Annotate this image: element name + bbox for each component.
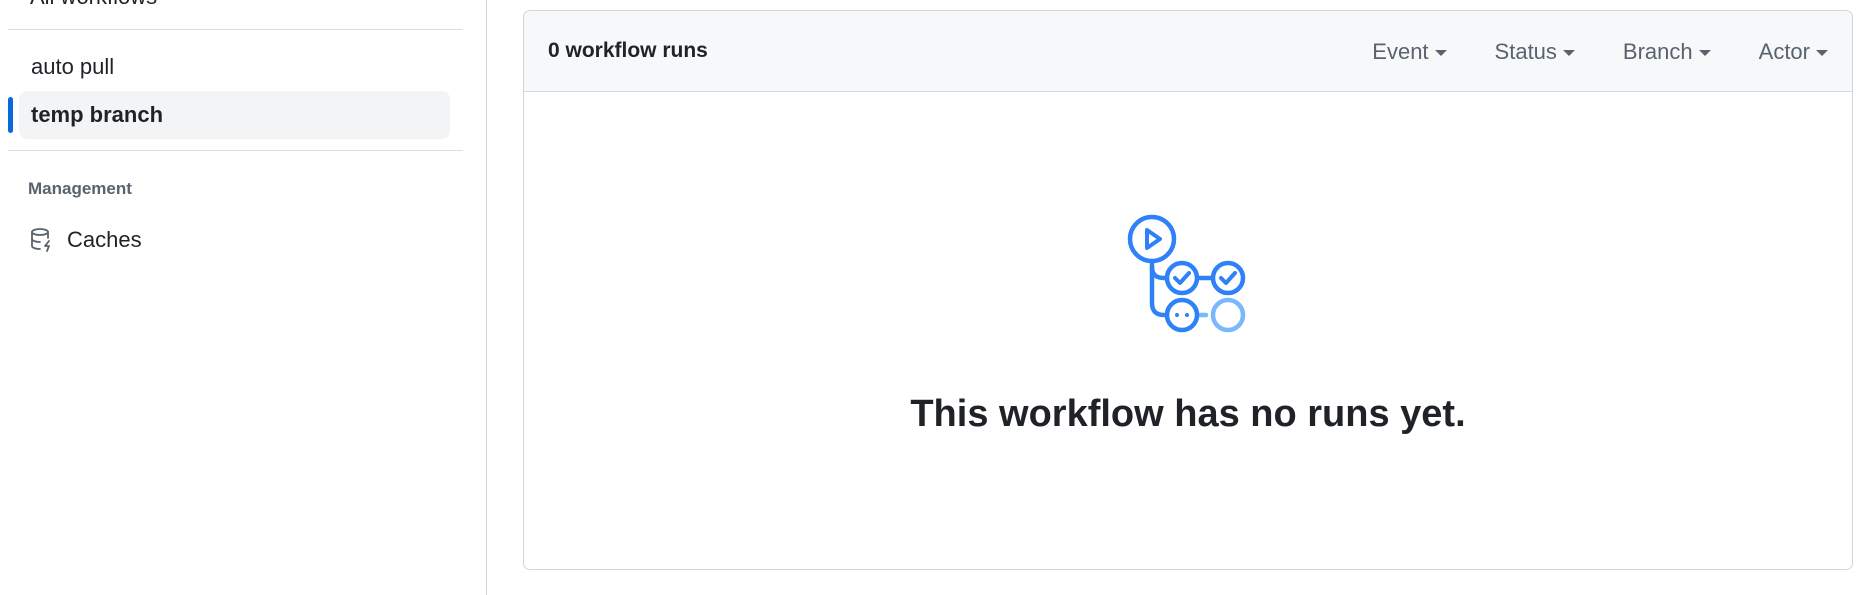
- workflow-runs-box: 0 workflow runs Event Status Branch Acto…: [523, 10, 1853, 570]
- caret-down-icon: [1698, 49, 1711, 56]
- empty-state: This workflow has no runs yet.: [524, 92, 1852, 569]
- active-indicator: [8, 97, 13, 133]
- sidebar-item-caches[interactable]: Caches: [19, 218, 450, 262]
- runs-header: 0 workflow runs Event Status Branch Acto…: [524, 11, 1852, 92]
- workflows-sidebar: All workflows auto pull temp branch Mana…: [0, 0, 487, 595]
- filter-label: Actor: [1758, 38, 1810, 64]
- caret-down-icon: [1562, 49, 1575, 56]
- sidebar-divider: [8, 29, 463, 30]
- caret-down-icon: [1816, 49, 1828, 56]
- sidebar-item-label: temp branch: [31, 102, 164, 127]
- actor-filter-dropdown[interactable]: Actor: [1759, 39, 1828, 65]
- sidebar-item-auto-pull[interactable]: auto pull: [19, 43, 450, 91]
- database-icon: [29, 227, 55, 253]
- caret-down-icon: [1434, 49, 1447, 56]
- status-filter-dropdown[interactable]: Status: [1495, 39, 1575, 65]
- caches-label: Caches: [67, 227, 142, 252]
- sidebar-item-label: auto pull: [31, 54, 115, 79]
- sidebar-item-all-workflows[interactable]: All workflows: [30, 0, 157, 8]
- empty-state-message: This workflow has no runs yet.: [910, 393, 1466, 435]
- sidebar-item-temp-branch[interactable]: temp branch: [19, 91, 450, 139]
- filter-label: Event: [1372, 38, 1429, 64]
- filter-bar: Event Status Branch Actor: [1372, 11, 1828, 92]
- run-count: 0 workflow runs: [548, 39, 708, 62]
- management-heading: Management: [28, 179, 132, 198]
- workflow-icon: [1126, 211, 1256, 337]
- branch-filter-dropdown[interactable]: Branch: [1623, 39, 1711, 65]
- actions-page: All workflows auto pull temp branch Mana…: [0, 0, 1875, 595]
- event-filter-dropdown[interactable]: Event: [1372, 38, 1447, 65]
- filter-label: Status: [1494, 38, 1557, 64]
- sidebar-divider: [8, 150, 463, 151]
- filter-label: Branch: [1622, 38, 1693, 64]
